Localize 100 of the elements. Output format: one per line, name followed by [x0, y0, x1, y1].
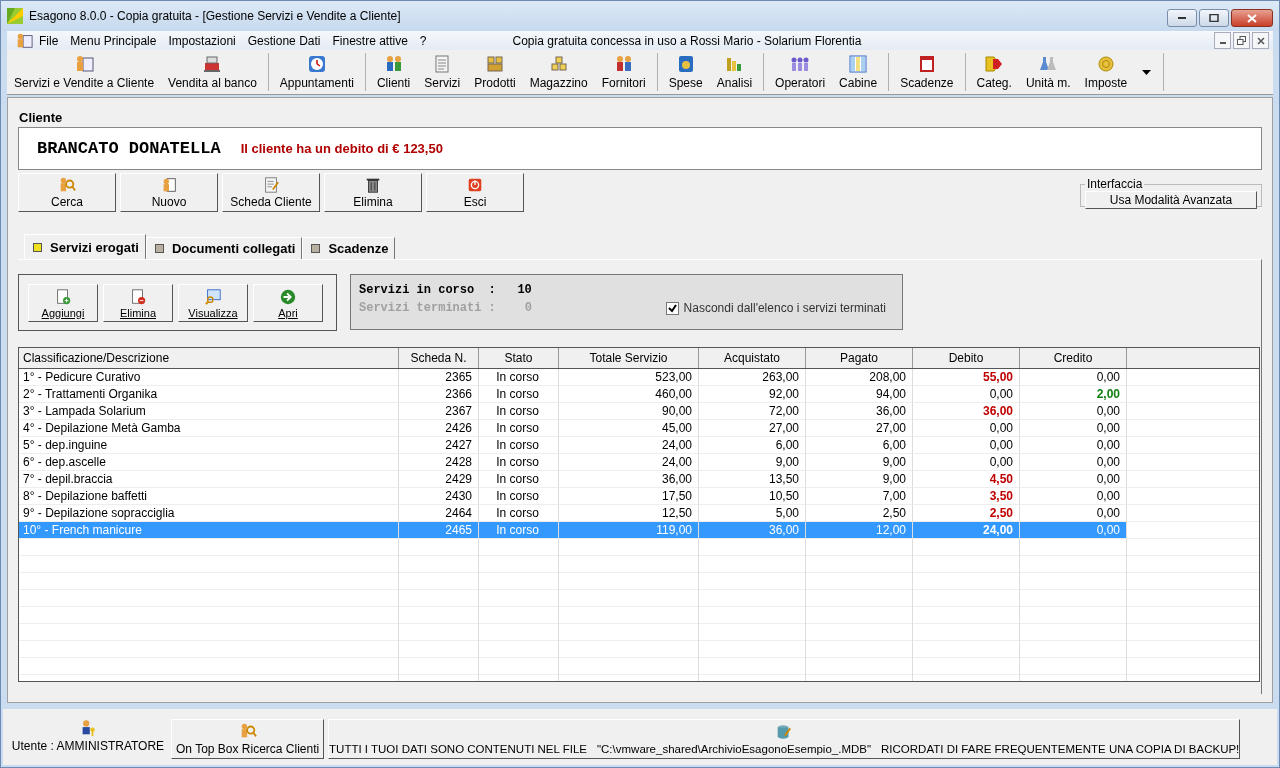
toolbar-button[interactable]: Scadenze [893, 51, 961, 93]
column-header[interactable]: Pagato [806, 348, 913, 368]
toolbar-button[interactable]: Appuntamenti [272, 51, 361, 93]
toolbar-button[interactable]: Vendita al banco [161, 51, 264, 93]
leaf-icon [7, 8, 23, 24]
coin-icon [1095, 54, 1116, 74]
toolbar-button[interactable]: Operatori [768, 51, 833, 93]
table-row[interactable]: 3° - Lampada Solarium 2367 In corso 90,00 72,00 36,00 36,00 0,00 [19, 403, 1259, 420]
power-icon [466, 176, 484, 194]
menu-item[interactable]: ? [413, 33, 433, 48]
toolbar-button[interactable]: Imposte [1077, 51, 1135, 93]
table-row[interactable]: 5° - dep.inguine 2427 In corso 24,00 6,00 6,00 0,00 0,00 [19, 437, 1259, 454]
dropdown-arrow-icon[interactable] [1142, 69, 1152, 75]
toolbar-button[interactable]: Clienti [369, 51, 418, 93]
menu-item[interactable]: File [33, 33, 65, 48]
menu-item[interactable]: Finestre attive [326, 33, 414, 48]
column-header[interactable]: Totale Servizio [559, 348, 699, 368]
service-button[interactable]: Aggiungi [28, 284, 98, 322]
table-cell: In corso [479, 369, 559, 386]
tab[interactable]: Servizi erogati [24, 234, 146, 259]
table-cell: 6,00 [806, 437, 913, 454]
table-cell: 2365 [399, 369, 479, 386]
service-button[interactable]: Apri [253, 284, 323, 322]
menu-item[interactable]: Impostazioni [162, 33, 242, 48]
magnifier-screen-icon [204, 287, 222, 306]
toolbar-button[interactable]: Servizi e Vendite a Cliente [7, 51, 162, 93]
column-header[interactable]: Scheda N. [399, 348, 479, 368]
table-cell: 13,50 [699, 471, 806, 488]
action-button[interactable]: Esci [426, 173, 524, 212]
tags-icon [984, 54, 1005, 74]
group-title: Interfaccia [1086, 177, 1144, 191]
toolbar-button[interactable]: Categ. [969, 51, 1019, 93]
tab[interactable]: Documenti collegati [145, 237, 303, 259]
toolbar-button[interactable]: Servizi [417, 51, 468, 93]
toolbar-button[interactable]: Analisi [709, 51, 760, 93]
backup-notice-button[interactable]: TUTTI I TUOI DATI SONO CONTENUTI NEL FILE "C:\vmware_shared\ArchivioEsagonoEsempio_.MDB" RICORDATI DI FARE FREQUENTEMENTE UNA COPIA DI BACKUP! [328, 719, 1241, 759]
table-row[interactable]: 4° - Depilazione Metà Gamba 2426 In corso 45,00 27,00 27,00 0,00 0,00 [19, 420, 1259, 437]
table-cell: 7° - depil.braccia [19, 471, 399, 488]
toolbar-button[interactable]: Magazzino [522, 51, 595, 93]
toolbar-button[interactable]: Fornitori [594, 51, 653, 93]
table-row[interactable]: 1° - Pedicure Curativo 2365 In corso 523,00 263,00 208,00 55,00 0,00 [19, 369, 1259, 386]
table-row[interactable]: 8° - Depilazione baffetti 2430 In corso 17,50 10,50 7,00 3,50 0,00 [19, 488, 1259, 505]
menu-item[interactable]: Menu Principale [64, 33, 163, 48]
table-cell: In corso [479, 471, 559, 488]
table-cell: 12,00 [806, 522, 913, 539]
database-icon [775, 723, 794, 741]
maximize-button[interactable] [1199, 9, 1229, 27]
table-cell: 0,00 [1020, 420, 1127, 437]
table-cell: 4,50 [913, 471, 1020, 488]
minimize-icon [1219, 42, 1226, 44]
action-button[interactable]: Elimina [324, 173, 422, 212]
column-header[interactable]: Acquistato [699, 348, 806, 368]
hide-finished-checkbox[interactable]: Nascondi dall'elenco i servizi terminati [665, 301, 886, 315]
advanced-mode-button[interactable]: Usa Modalità Avanzata [1085, 191, 1257, 209]
table-cell: In corso [479, 403, 559, 420]
boxes-icon [484, 54, 505, 74]
table-row[interactable]: 7° - depil.braccia 2429 In corso 36,00 13,50 9,00 4,50 0,00 [19, 471, 1259, 488]
close-button[interactable] [1252, 32, 1269, 49]
table-cell: 2426 [399, 420, 479, 437]
table-cell: 2429 [399, 471, 479, 488]
table-cell: 3° - Lampada Solarium [19, 403, 399, 420]
column-header[interactable]: Credito [1020, 348, 1127, 368]
table-cell: 0,00 [1020, 454, 1127, 471]
table-cell: 4° - Depilazione Metà Gamba [19, 420, 399, 437]
action-button[interactable]: Nuovo [120, 173, 218, 212]
menu-item[interactable]: Gestione Dati [241, 33, 327, 48]
restore-button[interactable] [1233, 32, 1250, 49]
minimize-button[interactable] [1167, 9, 1197, 27]
table-cell: 0,00 [1020, 437, 1127, 454]
action-button[interactable]: Scheda Cliente [222, 173, 320, 212]
table-cell: 2° - Trattamenti Organika [19, 386, 399, 403]
service-button[interactable]: Visualizza [178, 284, 248, 322]
client-search-button[interactable]: On Top Box Ricerca Clienti [171, 719, 325, 759]
table-cell: 90,00 [559, 403, 699, 420]
minimize-button[interactable] [1214, 32, 1231, 49]
table-row[interactable]: 2° - Trattamenti Organika 2366 In corso 460,00 92,00 94,00 0,00 2,00 [19, 386, 1259, 403]
column-header[interactable]: Classificazione/Descrizione [19, 348, 399, 368]
toolbar-button[interactable]: Spese [661, 51, 710, 93]
toolbar-button[interactable]: Unità m. [1018, 51, 1078, 93]
table-cell: 7,00 [806, 488, 913, 505]
summary-value: 10 [516, 283, 532, 297]
debt-notice: Il cliente ha un debito di € 123,50 [240, 141, 443, 156]
column-header[interactable]: Stato [479, 348, 559, 368]
service-button[interactable]: Elimina [103, 284, 173, 322]
table-cell: 45,00 [559, 420, 699, 437]
document-add-icon [54, 287, 72, 306]
close-button[interactable] [1231, 9, 1273, 27]
table-row[interactable]: 6° - dep.ascelle 2428 In corso 24,00 9,00 9,00 0,00 0,00 [19, 454, 1259, 471]
toolbar-button[interactable]: Prodotti [467, 51, 523, 93]
table-cell: 460,00 [559, 386, 699, 403]
column-header[interactable]: Debito [913, 348, 1020, 368]
table-cell: In corso [479, 386, 559, 403]
table-cell: 36,00 [699, 522, 806, 539]
table-cell: 27,00 [699, 420, 806, 437]
toolbar-button[interactable]: Cabine [832, 51, 885, 93]
table-cell: 8° - Depilazione baffetti [19, 488, 399, 505]
table-cell: 2465 [399, 522, 479, 539]
tab[interactable]: Scadenze [302, 237, 396, 259]
document-remove-icon [129, 287, 147, 306]
action-button[interactable]: Cerca [18, 173, 116, 212]
